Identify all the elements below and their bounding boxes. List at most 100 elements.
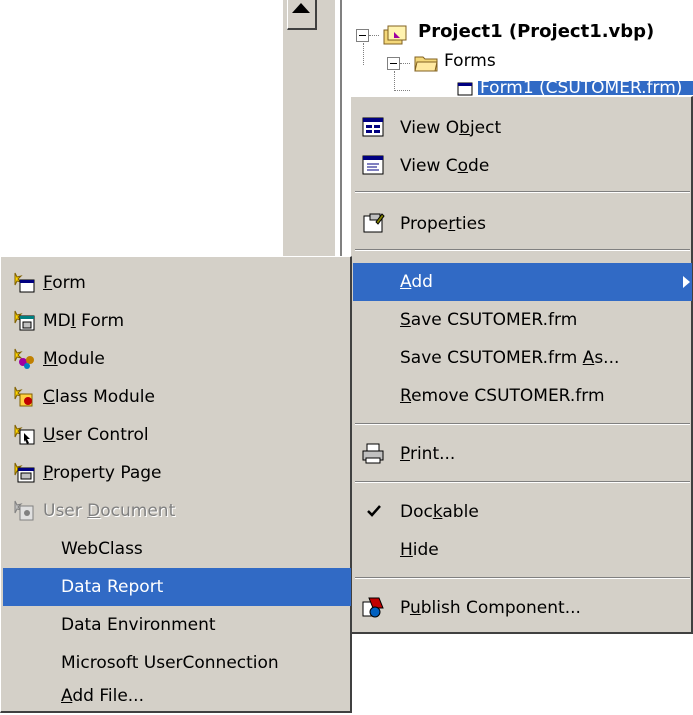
label: dd [411,272,433,292]
label: rint... [409,444,456,464]
submenu-item-data-report[interactable]: Data Report [3,568,351,606]
form-icon [457,82,473,96]
new-user-control-icon [14,424,35,445]
menu-item-publish-component[interactable]: Publish Component... [353,589,692,627]
label: Data Report [61,577,164,597]
accelerator: S [400,310,411,330]
accelerator: P [400,444,410,464]
printer-icon [362,443,384,464]
menu-item-add[interactable]: Add [353,263,692,301]
accelerator: M [43,349,58,369]
submenu-item-form[interactable]: Form [3,264,351,302]
label: roperty Page [52,463,162,483]
label: ave CSUTOMER.frm [410,310,578,330]
label: blish Component... [420,598,581,618]
accelerator: F [43,273,53,293]
checkmark-icon [367,505,381,517]
label: Form [75,311,125,331]
folder-icon [414,56,438,72]
label: Save CSUTOMER.frm [400,348,583,368]
label: WebClass [61,539,143,559]
accelerator: A [61,686,73,706]
form1-node[interactable]: Form1 (CSUTOMER.frm) [478,81,693,95]
label: ocument [100,501,176,521]
submenu-item-data-environment[interactable]: Data Environment [3,606,351,644]
properties-icon [363,213,385,233]
label: odule [57,349,105,369]
accelerator: A [582,348,595,368]
accelerator: u [409,598,421,618]
label: ject [469,118,502,138]
menu-item-print[interactable]: Print... [353,435,692,473]
menu-item-view-code[interactable]: View Code [353,147,692,185]
new-class-module-icon [14,386,33,407]
label: View C [400,156,458,176]
add-submenu: Form MDI Form Module Class Module User C… [0,256,352,713]
menu-item-dockable[interactable]: Dockable [353,493,692,531]
label: P [400,598,410,618]
vb-project-icon [383,25,407,45]
submenu-item-user-control[interactable]: User Control [3,416,351,454]
submenu-item-webclass[interactable]: WebClass [3,530,351,568]
submenu-item-class-module[interactable]: Class Module [3,378,351,416]
label: able [442,502,479,522]
publish-component-icon [362,597,384,618]
view-code-icon [362,155,384,175]
scrollbar-track[interactable] [283,0,335,260]
label: orm [52,273,86,293]
label: ser Control [55,425,149,445]
menu-item-save-as[interactable]: Save CSUTOMER.frm As... [353,339,692,377]
accelerator: o [457,156,469,176]
scroll-up-arrow-icon [292,3,310,13]
submenu-item-user-document: User Document [3,492,351,530]
submenu-item-mdi-form[interactable]: MDI Form [3,302,351,340]
accelerator: C [43,387,55,407]
accelerator: U [43,425,56,445]
label: Doc [400,502,433,522]
label: ties [455,214,486,234]
separator [355,577,690,579]
menu-item-view-object[interactable]: View Object [353,109,692,147]
accelerator: k [432,502,443,522]
new-property-page-icon [14,462,35,483]
label: Prope [400,214,449,234]
separator [355,481,690,483]
submenu-item-property-page[interactable]: Property Page [3,454,351,492]
separator [355,191,690,193]
collapse-forms-icon[interactable] [387,57,400,70]
menu-item-hide[interactable]: Hide [353,531,692,569]
label: ide [412,540,439,560]
separator [355,249,690,251]
view-object-icon [362,117,384,137]
collapse-project-icon[interactable] [356,29,369,42]
new-user-document-icon [14,500,34,521]
label: User [43,501,88,521]
submenu-item-module[interactable]: Module [3,340,351,378]
label: s... [594,348,620,368]
accelerator: b [459,118,470,138]
menu-item-properties[interactable]: Properties [353,205,692,243]
label: MD [43,311,71,331]
label: dd File... [72,686,144,706]
label: View O [400,118,460,138]
label: Data Environment [61,615,216,635]
accelerator: A [400,272,412,292]
submenu-item-add-file[interactable]: Add File... [3,677,351,715]
submenu-arrow-icon [683,276,690,288]
new-form-icon [14,272,35,293]
label: emove CSUTOMER.frm [411,386,605,406]
forms-folder-node[interactable]: Forms [444,51,496,71]
accelerator: P [43,463,53,483]
accelerator: H [400,540,413,560]
context-menu: View Object View Code Properties Add Sav… [350,96,693,634]
separator [355,423,690,425]
label: de [468,156,490,176]
new-module-icon [14,348,34,369]
label: lass Module [54,387,155,407]
menu-item-remove[interactable]: Remove CSUTOMER.frm [353,377,692,415]
accelerator: R [400,386,412,406]
new-mdi-form-icon [14,310,35,331]
project-node[interactable]: Project1 (Project1.vbp) [418,21,654,42]
menu-item-save[interactable]: Save CSUTOMER.frm [353,301,692,339]
accelerator: D [87,501,101,521]
